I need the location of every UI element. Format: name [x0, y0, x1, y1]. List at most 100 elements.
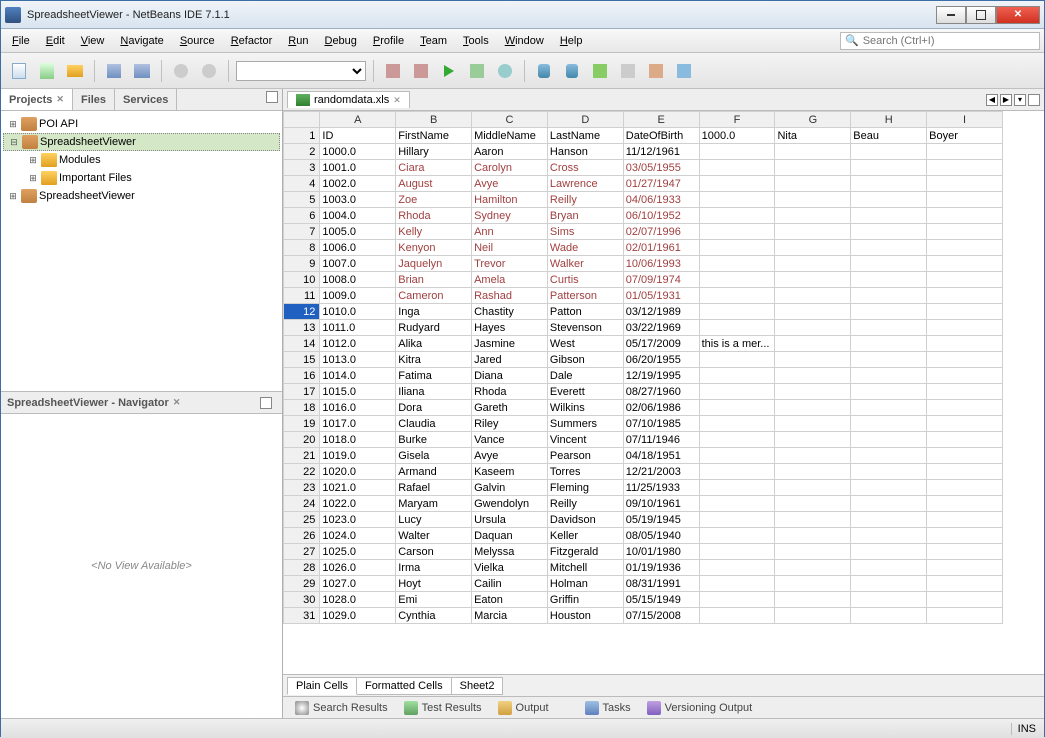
- cell[interactable]: Iliana: [396, 384, 472, 400]
- cell[interactable]: 1017.0: [320, 416, 396, 432]
- cell[interactable]: 12/19/1995: [623, 368, 699, 384]
- close-icon[interactable]: ✕: [173, 397, 181, 408]
- cell[interactable]: [851, 544, 927, 560]
- cell[interactable]: [927, 176, 1003, 192]
- row-number[interactable]: 30: [284, 592, 320, 608]
- cell[interactable]: [851, 256, 927, 272]
- cell[interactable]: [699, 480, 775, 496]
- col-header[interactable]: I: [927, 112, 1003, 128]
- cell[interactable]: 02/07/1996: [623, 224, 699, 240]
- cell[interactable]: [699, 144, 775, 160]
- cell[interactable]: [927, 608, 1003, 624]
- cell[interactable]: [699, 224, 775, 240]
- col-header[interactable]: B: [396, 112, 472, 128]
- cell[interactable]: Carson: [396, 544, 472, 560]
- quick-search[interactable]: 🔍: [840, 32, 1040, 50]
- config-combo[interactable]: [236, 61, 366, 81]
- cell[interactable]: [927, 496, 1003, 512]
- editor-tab[interactable]: randomdata.xls ✕: [287, 91, 410, 108]
- row-number[interactable]: 31: [284, 608, 320, 624]
- row-number[interactable]: 22: [284, 464, 320, 480]
- cell[interactable]: Wilkins: [547, 400, 623, 416]
- cell[interactable]: 01/05/1931: [623, 288, 699, 304]
- menu-team[interactable]: Team: [413, 32, 454, 50]
- cell[interactable]: 03/22/1969: [623, 320, 699, 336]
- table-row[interactable]: 261024.0WalterDaquanKeller08/05/1940: [284, 528, 1003, 544]
- row-number[interactable]: 17: [284, 384, 320, 400]
- cell[interactable]: Alika: [396, 336, 472, 352]
- tab-services[interactable]: Services: [115, 89, 177, 110]
- cell[interactable]: [927, 576, 1003, 592]
- cell[interactable]: Houston: [547, 608, 623, 624]
- cell[interactable]: [775, 480, 851, 496]
- cell[interactable]: 1019.0: [320, 448, 396, 464]
- cell[interactable]: Riley: [472, 416, 548, 432]
- cell[interactable]: [699, 256, 775, 272]
- cell[interactable]: [927, 144, 1003, 160]
- dropdown-tabs-button[interactable]: ▾: [1014, 94, 1026, 106]
- cell[interactable]: Curtis: [547, 272, 623, 288]
- menu-file[interactable]: File: [5, 32, 37, 50]
- table-row[interactable]: 201018.0BurkeVanceVincent07/11/1946: [284, 432, 1003, 448]
- cell[interactable]: 1024.0: [320, 528, 396, 544]
- run-button[interactable]: [437, 59, 461, 83]
- cell[interactable]: [699, 432, 775, 448]
- cell[interactable]: [699, 528, 775, 544]
- cell[interactable]: [775, 512, 851, 528]
- row-number[interactable]: 7: [284, 224, 320, 240]
- cell[interactable]: [927, 464, 1003, 480]
- menu-window[interactable]: Window: [498, 32, 551, 50]
- cell[interactable]: Sydney: [472, 208, 548, 224]
- cell[interactable]: 1008.0: [320, 272, 396, 288]
- cell[interactable]: [699, 512, 775, 528]
- cell[interactable]: Jasmine: [472, 336, 548, 352]
- cell[interactable]: [699, 576, 775, 592]
- cell[interactable]: [699, 608, 775, 624]
- table-row[interactable]: 291027.0HoytCailinHolman08/31/1991: [284, 576, 1003, 592]
- table-row[interactable]: 301028.0EmiEatonGriffin05/15/1949: [284, 592, 1003, 608]
- table-row[interactable]: 31001.0CiaraCarolynCross03/05/1955: [284, 160, 1003, 176]
- cell[interactable]: [775, 576, 851, 592]
- cell[interactable]: [699, 240, 775, 256]
- cell[interactable]: [927, 224, 1003, 240]
- cell[interactable]: 1003.0: [320, 192, 396, 208]
- table-row[interactable]: 111009.0CameronRashadPatterson01/05/1931: [284, 288, 1003, 304]
- cell[interactable]: [775, 160, 851, 176]
- cell[interactable]: Jaquelyn: [396, 256, 472, 272]
- new-project-button[interactable]: [35, 59, 59, 83]
- col-header[interactable]: [284, 112, 320, 128]
- cell[interactable]: [775, 288, 851, 304]
- table-row[interactable]: 181016.0DoraGarethWilkins02/06/1986: [284, 400, 1003, 416]
- col-header[interactable]: E: [623, 112, 699, 128]
- cell[interactable]: [851, 192, 927, 208]
- table-row[interactable]: 51003.0ZoeHamiltonReilly04/06/1933: [284, 192, 1003, 208]
- cell[interactable]: [851, 144, 927, 160]
- menu-refactor[interactable]: Refactor: [224, 32, 280, 50]
- cell[interactable]: Rhoda: [472, 384, 548, 400]
- cell[interactable]: [699, 288, 775, 304]
- table-row[interactable]: 161014.0FatimaDianaDale12/19/1995: [284, 368, 1003, 384]
- cell[interactable]: 1023.0: [320, 512, 396, 528]
- row-number[interactable]: 18: [284, 400, 320, 416]
- cell[interactable]: Burke: [396, 432, 472, 448]
- cell[interactable]: 02/01/1961: [623, 240, 699, 256]
- cell[interactable]: [775, 224, 851, 240]
- cell[interactable]: 03/12/1989: [623, 304, 699, 320]
- cell[interactable]: [851, 368, 927, 384]
- cell[interactable]: 1018.0: [320, 432, 396, 448]
- expand-icon[interactable]: ⊞: [7, 119, 19, 130]
- cell[interactable]: Maryam: [396, 496, 472, 512]
- open-project-button[interactable]: [63, 59, 87, 83]
- cell[interactable]: Holman: [547, 576, 623, 592]
- cell[interactable]: Galvin: [472, 480, 548, 496]
- cell[interactable]: [775, 496, 851, 512]
- cell[interactable]: [851, 448, 927, 464]
- cell[interactable]: Reilly: [547, 496, 623, 512]
- table-row[interactable]: 241022.0MaryamGwendolynReilly09/10/1961: [284, 496, 1003, 512]
- menu-edit[interactable]: Edit: [39, 32, 72, 50]
- cell[interactable]: 05/15/1949: [623, 592, 699, 608]
- output-tab-tasks[interactable]: Tasks: [577, 699, 639, 717]
- row-number[interactable]: 27: [284, 544, 320, 560]
- cell[interactable]: [699, 320, 775, 336]
- cell[interactable]: [775, 272, 851, 288]
